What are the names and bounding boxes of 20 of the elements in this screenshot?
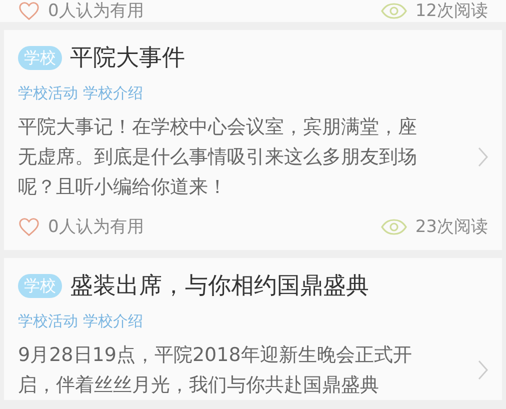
article-tags: 学校活动 学校介绍 bbox=[4, 310, 157, 332]
category-badge: 学校 bbox=[18, 46, 62, 70]
article-card[interactable]: 学校 平院大事件 学校活动 学校介绍 平院大事记！在学校中心会议室，宾朋满堂，座无虚席。到底是什么事情吸引来这么多朋友到场呢？且听小编给你道来！ 0人认为有用 23次阅读 bbox=[4, 30, 502, 250]
article-summary: 平院大事记！在学校中心会议室，宾朋满堂，座无虚席。到底是什么事情吸引来这么多朋友到场呢？且听小编给你道来！ bbox=[18, 115, 418, 200]
article-title: 平院大事件 bbox=[70, 44, 185, 73]
heart-icon[interactable] bbox=[18, 1, 40, 21]
article-card[interactable]: 学校 盛装出席，与你相约国鼎盛典 学校活动 学校介绍 9月28日19点，平院2018年迎新生晚会正式开启，伴着丝丝月光，我们与你共赴国鼎盛典 bbox=[4, 258, 502, 400]
eye-icon bbox=[381, 219, 408, 235]
chevron-right-icon[interactable] bbox=[478, 360, 488, 380]
read-count: 23次阅读 bbox=[415, 216, 488, 238]
read-count: 12次阅读 bbox=[415, 0, 488, 22]
useful-count: 0人认为有用 bbox=[48, 0, 144, 22]
chevron-right-icon[interactable] bbox=[478, 147, 488, 167]
useful-count: 0人认为有用 bbox=[48, 216, 144, 238]
category-badge: 学校 bbox=[18, 274, 62, 298]
article-summary: 9月28日19点，平院2018年迎新生晚会正式开启，伴着丝丝月光，我们与你共赴国鼎盛典 bbox=[18, 343, 413, 398]
heart-icon[interactable] bbox=[18, 217, 40, 237]
article-title: 盛装出席，与你相约国鼎盛典 bbox=[70, 272, 369, 301]
article-tags: 学校活动 学校介绍 bbox=[4, 82, 157, 104]
eye-icon bbox=[381, 3, 408, 19]
